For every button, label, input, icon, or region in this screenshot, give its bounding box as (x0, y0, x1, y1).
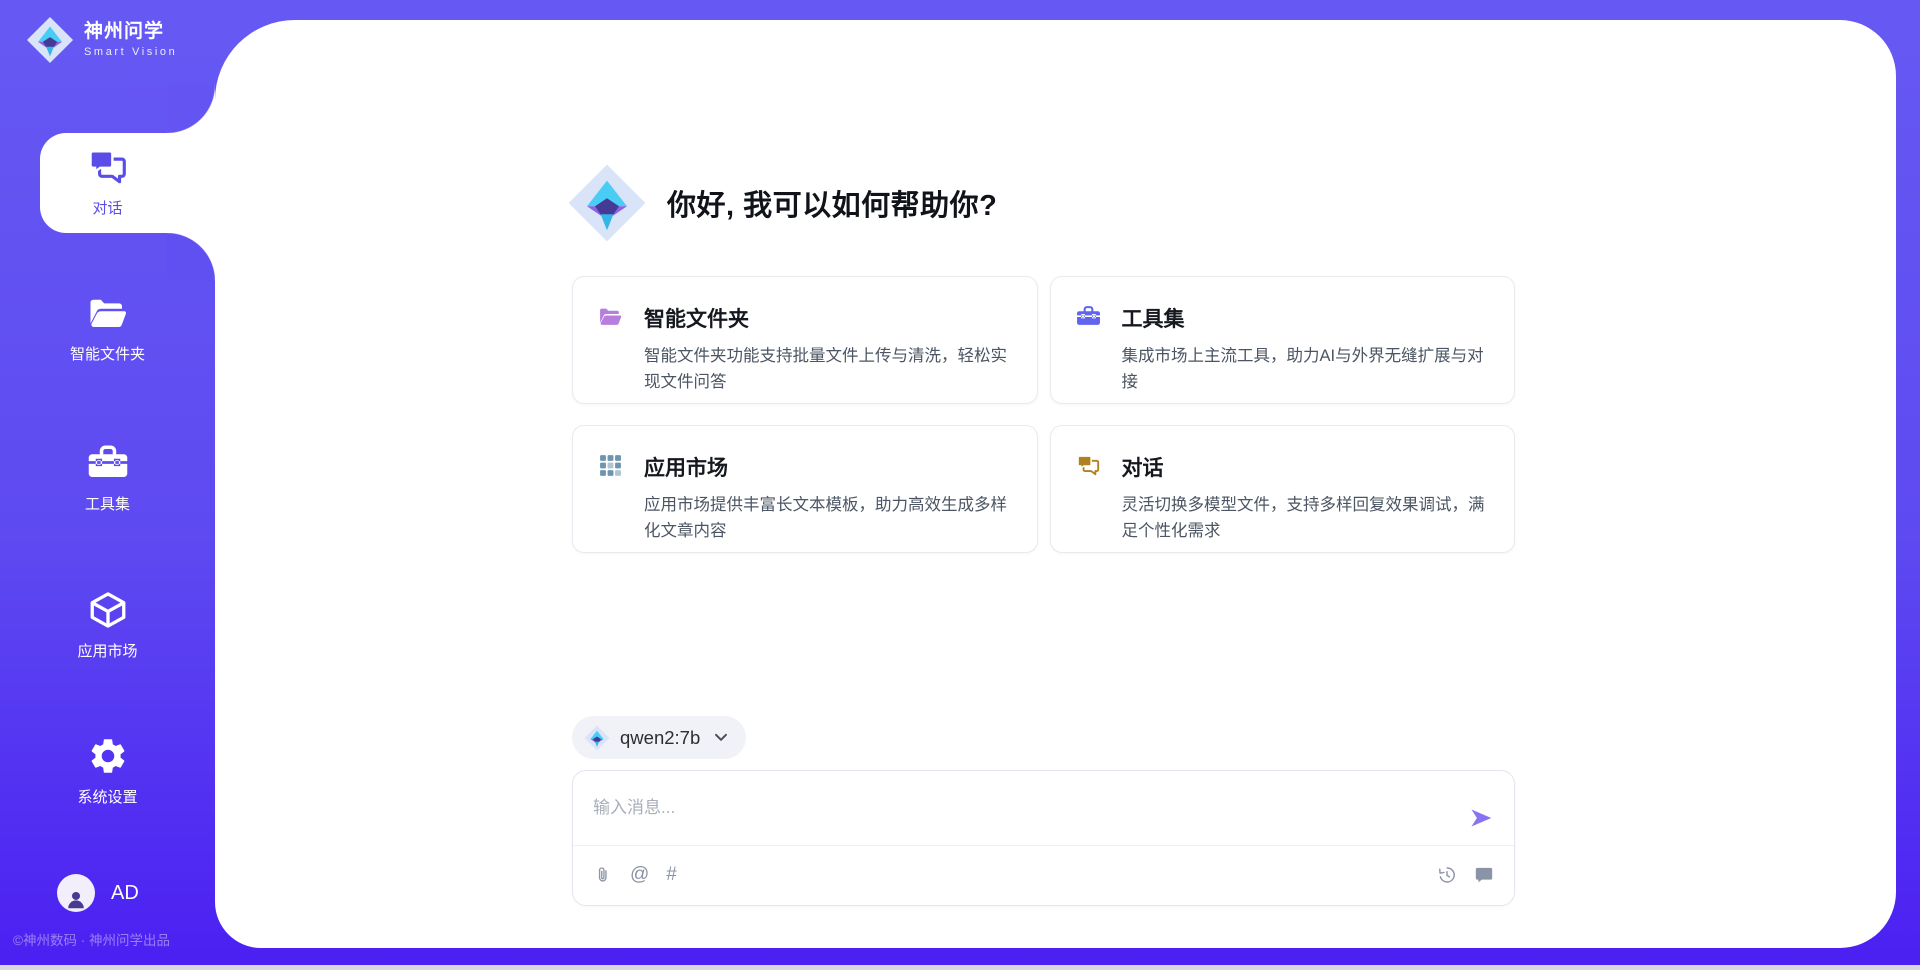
send-button[interactable] (1468, 805, 1494, 831)
user-name: AD (111, 882, 139, 905)
window-bottom-edge (0, 965, 1920, 970)
card-title: 应用市场 (644, 452, 1015, 482)
brand-subtitle: Smart Vision (84, 46, 177, 58)
chevron-down-icon (714, 733, 728, 742)
user-account[interactable]: AD (57, 874, 139, 912)
composer-tools-left: @ # (593, 865, 677, 885)
feature-cards: 智能文件夹 智能文件夹功能支持批量文件上传与清洗，轻松实现文件问答 工具集 集成… (572, 276, 1515, 553)
main-content: 你好, 我可以如何帮助你? 智能文件夹 智能文件夹功能支持批量文件上传与清洗，轻… (215, 20, 1896, 948)
greeting-diamond-icon (567, 163, 647, 243)
toolbox-icon (1076, 304, 1101, 403)
card-title: 智能文件夹 (644, 303, 1015, 333)
model-selector[interactable]: qwen2:7b (572, 716, 746, 759)
sidebar-item-label: 应用市场 (77, 640, 137, 661)
at-icon[interactable]: @ (630, 865, 649, 885)
folder-icon (598, 304, 623, 403)
tab-fillet-bottom (167, 233, 215, 281)
sidebar-item-smart-folder[interactable]: 智能文件夹 (0, 292, 215, 364)
feature-card-app-market[interactable]: 应用市场 应用市场提供丰富长文本模板，助力高效生成多样化文章内容 (572, 425, 1038, 553)
sidebar-item-toolset[interactable]: 工具集 (0, 442, 215, 514)
sidebar-item-settings[interactable]: 系统设置 (0, 735, 215, 807)
card-description: 集成市场上主流工具，助力AI与外界无缝扩展与对接 (1122, 343, 1493, 396)
feature-card-smart-folder[interactable]: 智能文件夹 智能文件夹功能支持批量文件上传与清洗，轻松实现文件问答 (572, 276, 1038, 404)
folder-icon (87, 292, 129, 334)
feature-card-chat[interactable]: 对话 灵活切换多模型文件，支持多样回复效果调试，满足个性化需求 (1050, 425, 1516, 553)
comment-icon[interactable] (1474, 865, 1494, 885)
model-diamond-icon (584, 725, 610, 751)
sidebar-item-label: 工具集 (85, 493, 130, 514)
history-icon[interactable] (1437, 865, 1457, 885)
hash-icon[interactable]: # (666, 865, 677, 885)
card-description: 灵活切换多模型文件，支持多样回复效果调试，满足个性化需求 (1122, 492, 1493, 545)
chat-bubbles-icon (87, 146, 129, 188)
card-title: 对话 (1122, 452, 1493, 482)
model-name: qwen2:7b (620, 727, 700, 749)
paperclip-icon[interactable] (593, 865, 613, 885)
sidebar-item-app-market[interactable]: 应用市场 (0, 589, 215, 661)
brand-name: 神州问学 (84, 22, 177, 43)
toolbox-icon (87, 442, 129, 484)
greeting: 你好, 我可以如何帮助你? (567, 163, 997, 243)
message-input[interactable] (573, 771, 1514, 843)
cube-icon (87, 589, 129, 631)
brand-logo: 神州问学 Smart Vision (26, 16, 177, 64)
app-window: 神州问学 Smart Vision 对话 智能文件夹 工具集 应用市场 系统设置… (0, 0, 1920, 970)
tab-fillet-top (167, 85, 215, 133)
chat-bubbles-icon (1076, 453, 1101, 552)
sidebar-item-label: 智能文件夹 (70, 343, 145, 364)
composer-toolbar: @ # (573, 845, 1514, 904)
card-title: 工具集 (1122, 303, 1493, 333)
sidebar-item-label: 系统设置 (77, 786, 137, 807)
card-description: 智能文件夹功能支持批量文件上传与清洗，轻松实现文件问答 (644, 343, 1015, 396)
composer-tools-right (1437, 865, 1494, 885)
sidebar-item-chat[interactable]: 对话 (0, 146, 215, 218)
feature-card-toolset[interactable]: 工具集 集成市场上主流工具，助力AI与外界无缝扩展与对接 (1050, 276, 1516, 404)
message-composer: @ # (572, 770, 1515, 906)
greeting-text: 你好, 我可以如何帮助你? (667, 182, 997, 224)
avatar (57, 874, 95, 912)
card-description: 应用市场提供丰富长文本模板，助力高效生成多样化文章内容 (644, 492, 1015, 545)
send-icon (1468, 805, 1494, 831)
gear-icon (87, 735, 129, 777)
brand-diamond-icon (26, 16, 74, 64)
sidebar-item-label: 对话 (92, 197, 122, 218)
sidebar-footer-text: ©神州数码 · 神州问学出品 (13, 929, 223, 949)
grid-icon (598, 453, 623, 552)
person-icon (63, 886, 89, 912)
